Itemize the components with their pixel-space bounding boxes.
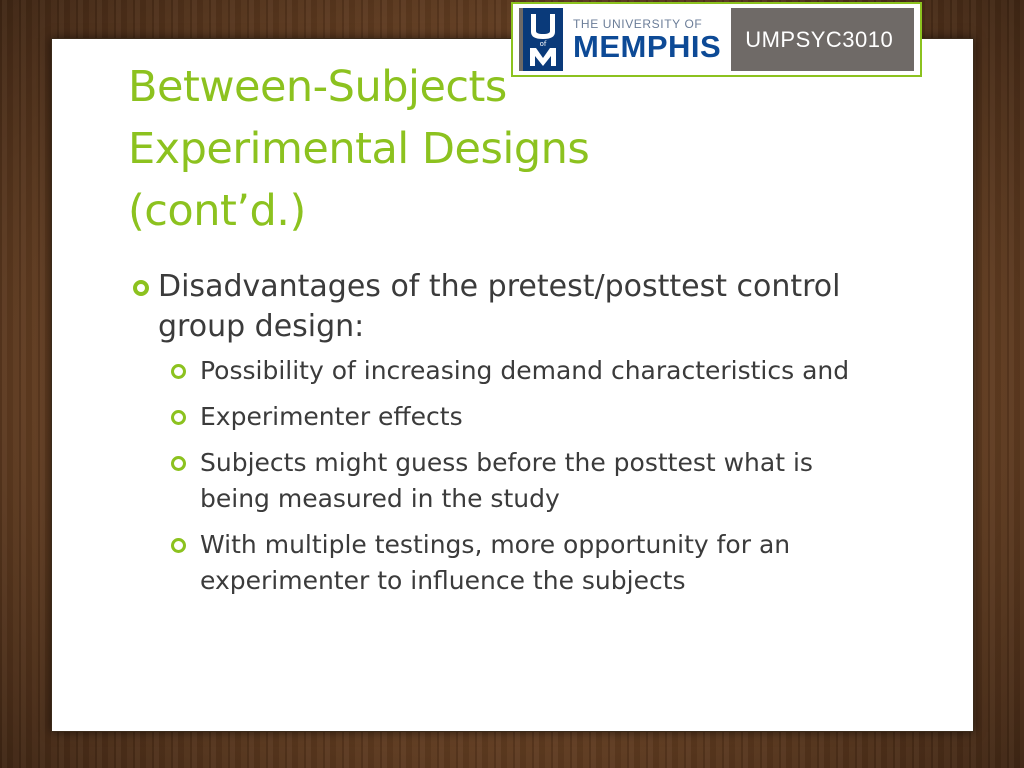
sub-bullet: With multiple testings, more opportunity… [171,527,853,599]
sub-bullet-text: Subjects might guess before the posttest… [200,448,813,513]
sub-bullet: Subjects might guess before the posttest… [171,445,853,517]
university-logo-banner: of THE UNIVERSITY OF MEMPHIS UMPSYC3010 [511,2,922,77]
logo-wordmark: THE UNIVERSITY OF MEMPHIS [563,8,732,71]
sub-bullet-list: Possibility of increasing demand charact… [171,353,853,599]
bullet-ring-icon [171,456,186,471]
slide-body: Disadvantages of the pretest/posttest co… [133,267,853,609]
bullet-text: Disadvantages of the pretest/posttest co… [158,269,841,344]
bullet-ring-icon [133,280,149,296]
slide-title: Between-Subjects Experimental Designs (c… [128,62,590,236]
svg-text:of: of [540,40,547,48]
um-monogram-icon: of [530,13,556,66]
logo-memphis-name: MEMPHIS [573,28,722,64]
bullet-ring-icon [171,364,186,379]
bullet-level-1: Disadvantages of the pretest/posttest co… [133,267,853,347]
bullet-ring-icon [171,410,186,425]
sub-bullet-text: Experimenter effects [200,402,463,431]
bullet-ring-icon [171,538,186,553]
course-code: UMPSYC3010 [745,26,894,52]
logo-inner-panel: of THE UNIVERSITY OF MEMPHIS UMPSYC3010 [519,8,914,71]
sub-bullet: Experimenter effects [171,399,853,435]
sub-bullet-text: Possibility of increasing demand charact… [200,356,850,385]
sub-bullet-text: With multiple testings, more opportunity… [200,530,791,595]
sub-bullet: Possibility of increasing demand charact… [171,353,853,389]
um-logo-mark-icon: of [523,8,563,71]
